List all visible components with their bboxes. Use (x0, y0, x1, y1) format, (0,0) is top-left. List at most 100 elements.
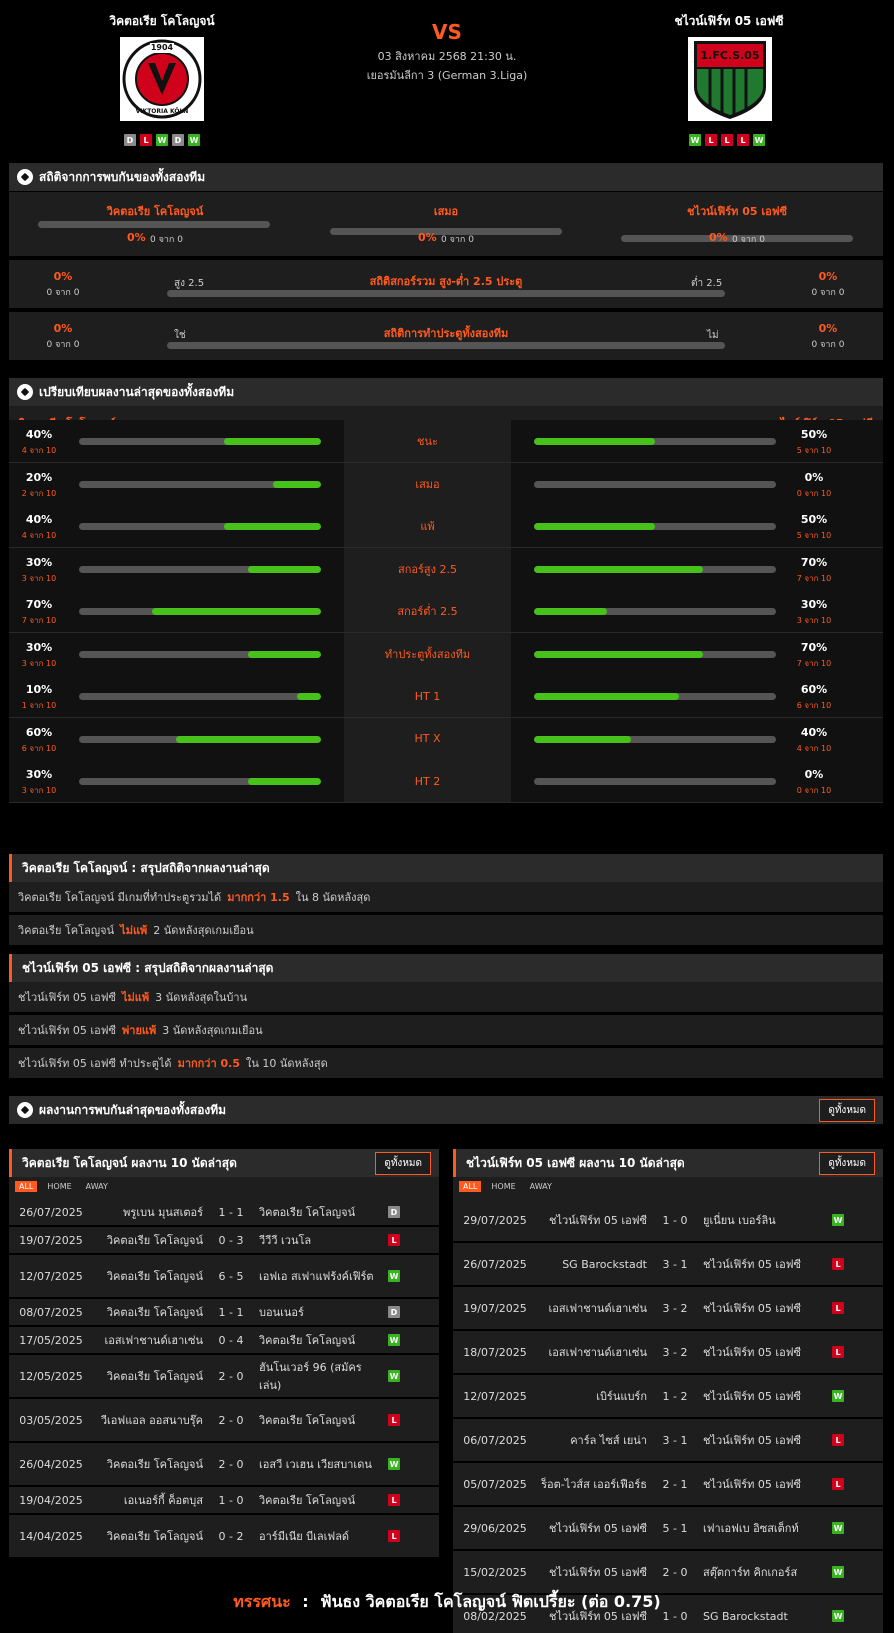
match-row[interactable]: 18/07/2025 เอสเฟาชานด์เฮาเซ่น 3 - 2 ชไวน์เฟ… (453, 1331, 883, 1375)
match-row[interactable]: 15/02/2025 ชไวน์เฟิร์ท 05 เอฟซี 2 - 0 สตุ๊ต… (453, 1551, 883, 1595)
match-away-team[interactable]: ชไวน์เฟิร์ท 05 เอฟซี (703, 1299, 823, 1317)
compare-home-bar (79, 650, 321, 658)
away-team-logo[interactable]: 1.FC.S.05 (688, 37, 772, 121)
match-away-team[interactable]: วิคตอเรีย โคโลญจน์ (259, 1411, 379, 1429)
home-team-name[interactable]: วิคตอเรีย โคโลญจน์ (62, 12, 262, 31)
away-list-view-all-button[interactable]: ดูทั้งหมด (819, 1151, 875, 1175)
form-badge: L (140, 134, 152, 146)
home-summary-lines: วิคตอเรีย โคโลญจน์ มีเกมที่ทำประตูรวมได้… (9, 882, 883, 948)
match-row[interactable]: 17/05/2025 เอสเฟาชานด์เฮาเซ่น 0 - 4 วิคตอเร… (9, 1327, 439, 1355)
home-list-view-all-button[interactable]: ดูทั้งหมด (375, 1151, 431, 1175)
match-home-team[interactable]: เบิร์นแบร์ก (537, 1387, 647, 1405)
filter-home[interactable]: HOME (487, 1181, 519, 1192)
compare-home-bar (79, 778, 321, 785)
match-row[interactable]: 19/07/2025 วิคตอเรีย โคโลญจน์ 0 - 3 วีวีวี … (9, 1227, 439, 1255)
match-row[interactable]: 12/05/2025 วิคตอเรีย โคโลญจน์ 2 - 0 ฮันโนเว… (9, 1355, 439, 1399)
match-row[interactable]: 06/07/2025 คาร์ล ไซส์ เยน่า 3 - 1 ชไวน์เฟิร… (453, 1419, 883, 1463)
filter-home[interactable]: HOME (43, 1181, 75, 1192)
match-home-team[interactable]: ชไวน์เฟิร์ท 05 เอฟซี (537, 1563, 647, 1581)
match-away-team[interactable]: เฟาเอฟเบ อิซสเต็กท์ (703, 1519, 823, 1537)
match-home-team[interactable]: ชไวน์เฟิร์ท 05 เอฟซี (537, 1519, 647, 1537)
match-away-team[interactable]: ยูเนี่ยน เบอร์ลิน (703, 1211, 823, 1229)
match-away-team[interactable]: ชไวน์เฟิร์ท 05 เอฟซี (703, 1387, 823, 1405)
summary-highlight: ไม่แพ้ (122, 991, 150, 1004)
match-away-team[interactable]: ฮันโนเวอร์ 96 (สมัครเล่น) (259, 1358, 379, 1394)
match-home-team[interactable]: เอสเฟาชานด์เฮาเซ่น (537, 1343, 647, 1361)
match-home-team[interactable]: วิคตอเรีย โคโลญจน์ (93, 1303, 203, 1321)
match-away-team[interactable]: บอนเนอร์ (259, 1303, 379, 1321)
match-row[interactable]: 29/06/2025 ชไวน์เฟิร์ท 05 เอฟซี 5 - 1 เฟาเอ… (453, 1507, 883, 1551)
compare-away-sub: 3 จาก 10 (796, 616, 832, 625)
result-badge: W (832, 1390, 844, 1402)
league-name[interactable]: เยอรมันลีกา 3 (German 3.Liga) (297, 66, 597, 84)
away-list-filters: ALL HOME AWAY (453, 1177, 883, 1195)
summary-text: 3 นัดหลังสุดในบ้าน (155, 991, 248, 1004)
match-home-team[interactable]: วิคตอเรีย โคโลญจน์ (93, 1267, 203, 1285)
match-row[interactable]: 05/07/2025 ร็อต-ไวส์ส เออร์เฟือร์ธ 2 - 1 ชไ… (453, 1463, 883, 1507)
compare-home-bar (79, 438, 321, 445)
filter-all[interactable]: ALL (15, 1180, 38, 1192)
home-logo-text: VIKTORIA KÖLN (135, 108, 189, 115)
match-away-team[interactable]: ชไวน์เฟิร์ท 05 เอฟซี (703, 1343, 823, 1361)
match-home-team[interactable]: ร็อต-ไวส์ส เออร์เฟือร์ธ (537, 1475, 647, 1493)
match-row[interactable]: 08/07/2025 วิคตอเรีย โคโลญจน์ 1 - 1 บอนเนอร… (9, 1299, 439, 1327)
match-home-team[interactable]: ชไวน์เฟิร์ท 05 เอฟซี (537, 1211, 647, 1229)
match-home-team[interactable]: วิคตอเรีย โคโลญจน์ (93, 1455, 203, 1473)
compare-away-bar (534, 523, 776, 530)
form-badge: D (172, 134, 184, 146)
match-row[interactable]: 12/07/2025 วิคตอเรีย โคโลญจน์ 6 - 5 เอฟเอ ส… (9, 1255, 439, 1299)
result-badge: L (832, 1478, 844, 1490)
match-row[interactable]: 26/07/2025 พรูเบน มุนสเตอร์ 1 - 1 วิคตอเรีย… (9, 1199, 439, 1227)
compare-home-sub: 4 จาก 10 (21, 446, 57, 455)
filter-away[interactable]: AWAY (526, 1181, 556, 1192)
match-away-team[interactable]: เอฟเอ สเฟาแฟร้งค์เฟิร์ต (259, 1267, 379, 1285)
home-team-logo[interactable]: 1904 VIKTORIA KÖLN (120, 37, 204, 121)
match-home-team[interactable]: วิคตอเรีย โคโลญจน์ (93, 1231, 203, 1249)
compare-row: 40% 4 จาก 10 ชนะ 50% 5 จาก 10 (9, 420, 883, 463)
match-away-team[interactable]: สตุ๊ตการ์ท คิกเกอร์ส (703, 1563, 823, 1581)
summary-text: ชไวน์เฟิร์ท 05 เอฟซี (18, 1024, 117, 1037)
match-home-team[interactable]: เอเนอร์กี้ ค็อตบุส (93, 1491, 203, 1509)
compare-home-cell: 60% 6 จาก 10 (9, 717, 344, 760)
recent-h2h-view-all-button[interactable]: ดูทั้งหมด (819, 1098, 875, 1122)
match-home-team[interactable]: วีเอฟแอล ออสนาบรุ๊ค (93, 1411, 203, 1429)
match-home-team[interactable]: เอสเฟาชานด์เฮาเซ่น (93, 1331, 203, 1349)
result-badge: W (832, 1566, 844, 1578)
match-home-team[interactable]: เอสเฟาชานด์เฮาเซ่น (537, 1299, 647, 1317)
match-row[interactable]: 19/04/2025 เอเนอร์กี้ ค็อตบุส 1 - 0 วิคตอเร… (9, 1487, 439, 1515)
compare-home-bar-fill (175, 735, 321, 743)
match-home-team[interactable]: พรูเบน มุนสเตอร์ (93, 1203, 203, 1221)
match-away-team[interactable]: วิคตอเรีย โคโลญจน์ (259, 1203, 379, 1221)
compare-row: 40% 4 จาก 10 แพ้ 50% 5 จาก 10 (9, 505, 883, 548)
match-row[interactable]: 14/04/2025 วิคตอเรีย โคโลญจน์ 0 - 2 อาร์มีเ… (9, 1515, 439, 1559)
match-result: W (379, 1458, 409, 1470)
away-team-name[interactable]: ชไวน์เฟิร์ท 05 เอฟซี (629, 12, 829, 31)
match-home-team[interactable]: SG Barockstadt (537, 1258, 647, 1271)
match-row[interactable]: 26/07/2025 SG Barockstadt 3 - 1 ชไวน์เฟิร์ท… (453, 1243, 883, 1287)
match-row[interactable]: 12/07/2025 เบิร์นแบร์ก 1 - 2 ชไวน์เฟิร์ท 05… (453, 1375, 883, 1419)
match-home-team[interactable]: วิคตอเรีย โคโลญจน์ (93, 1527, 203, 1545)
match-away-team[interactable]: วิคตอเรีย โคโลญจน์ (259, 1331, 379, 1349)
match-away-team[interactable]: ชไวน์เฟิร์ท 05 เอฟซี (703, 1475, 823, 1493)
form-badge: L (721, 134, 733, 146)
filter-away[interactable]: AWAY (82, 1181, 112, 1192)
match-home-team[interactable]: คาร์ล ไซส์ เยน่า (537, 1431, 647, 1449)
compare-away-pct: 50% (800, 428, 828, 441)
match-row[interactable]: 19/07/2025 เอสเฟาชานด์เฮาเซ่น 3 - 2 ชไวน์เฟ… (453, 1287, 883, 1331)
match-away-team[interactable]: อาร์มีเนีย บีเลเฟลด์ (259, 1527, 379, 1545)
match-away-team[interactable]: เอสวี เวเฮน เวียสบาเดน (259, 1455, 379, 1473)
form-badge: W (188, 134, 200, 146)
match-row[interactable]: 26/04/2025 วิคตอเรีย โคโลญจน์ 2 - 0 เอสวี เ… (9, 1443, 439, 1487)
home-recent-list: วิคตอเรีย โคโลญจน์ ผลงาน 10 นัดล่าสุด ดู… (9, 1149, 439, 1559)
match-row[interactable]: 03/05/2025 วีเอฟแอล ออสนาบรุ๊ค 2 - 0 วิคตอเ… (9, 1399, 439, 1443)
match-away-team[interactable]: ชไวน์เฟิร์ท 05 เอฟซี (703, 1255, 823, 1273)
match-result: L (379, 1530, 409, 1542)
compare-row-label: HT X (344, 717, 511, 760)
match-home-team[interactable]: วิคตอเรีย โคโลญจน์ (93, 1367, 203, 1385)
match-away-team[interactable]: วีวีวี เวนโล (259, 1231, 379, 1249)
filter-all[interactable]: ALL (459, 1180, 482, 1192)
form-badge: D (124, 134, 136, 146)
match-row[interactable]: 29/07/2025 ชไวน์เฟิร์ท 05 เอฟซี 1 - 0 ยูเนี… (453, 1199, 883, 1243)
match-away-team[interactable]: ชไวน์เฟิร์ท 05 เอฟซี (703, 1431, 823, 1449)
match-away-team[interactable]: วิคตอเรีย โคโลญจน์ (259, 1491, 379, 1509)
